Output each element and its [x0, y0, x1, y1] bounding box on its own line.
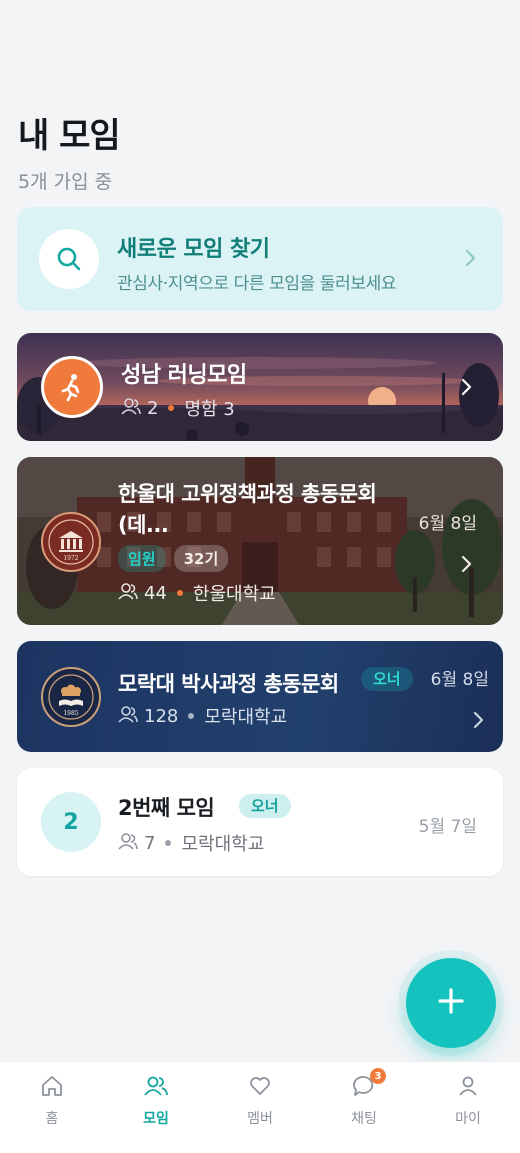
runner-icon — [41, 356, 103, 418]
home-icon — [40, 1074, 64, 1102]
tab-home[interactable]: 홈 — [0, 1062, 104, 1153]
group-count: 5개 가입 중 — [18, 171, 113, 193]
tab-groups[interactable]: 모임 — [104, 1062, 208, 1153]
group-meta: 2 명함 3 — [121, 395, 235, 421]
members-icon — [118, 832, 138, 855]
owner-badge: 오너 — [361, 667, 413, 691]
group-location: 모락대학교 — [181, 834, 265, 855]
group-location: 모락대학교 — [204, 707, 288, 728]
group-card-second[interactable]: 2 2번째 모임 오너 5월 7일 7 모락대학교 — [17, 768, 503, 876]
members-icon — [121, 397, 141, 420]
owner-label: 오너 — [361, 667, 413, 691]
page-title: 내 모임 — [18, 116, 121, 156]
group-card-running[interactable]: 성남 러닝모임 2 명함 3 — [17, 333, 503, 441]
members-icon — [118, 705, 138, 728]
tab-label: 채팅 — [351, 1111, 377, 1127]
separator-dot — [176, 590, 183, 596]
tab-members[interactable]: 멤버 — [208, 1062, 312, 1153]
find-group-title: 새로운 모임 찾기 — [117, 237, 270, 262]
separator-dot — [188, 713, 195, 719]
member-count: 44 — [144, 582, 167, 604]
chevron-right-icon — [473, 711, 485, 733]
owner-label: 오너 — [239, 794, 291, 818]
group-meta: 7 모락대학교 — [118, 830, 264, 856]
member-count: 128 — [144, 705, 179, 727]
role-tag: 임원 — [118, 545, 166, 572]
group-meta: 128 모락대학교 — [118, 703, 287, 729]
person-icon — [456, 1074, 480, 1102]
last-activity-date: 5월 7일 — [418, 817, 477, 837]
university-emblem-icon: 1972 — [41, 512, 101, 572]
group-tags: 임원 32기 — [118, 545, 229, 572]
owner-badge: 오너 — [239, 794, 291, 818]
group-location: 명함 3 — [184, 399, 235, 420]
page-header: 내 모임 5개 가입 중 — [18, 108, 121, 194]
university-emblem-icon: 1985 — [41, 667, 101, 727]
group-card-morak-doctoral[interactable]: 1985 모락대 박사과정 총동문회 오너 6월 8일 128 모락대학교 — [17, 641, 503, 752]
last-activity-date: 6월 8일 — [430, 670, 489, 690]
emblem-year: 1972 — [63, 555, 78, 562]
group-name: 2번째 모임 — [118, 796, 215, 820]
chevron-right-icon — [461, 378, 473, 400]
unread-badge: 3 — [370, 1068, 386, 1084]
group-location: 한울대학교 — [192, 584, 276, 605]
tab-label: 홈 — [45, 1111, 59, 1127]
member-count: 7 — [144, 832, 156, 854]
chevron-right-icon — [461, 555, 473, 577]
people-icon — [143, 1074, 169, 1102]
group-name: 모락대 박사과정 총동문회 — [118, 672, 339, 696]
group-card-hanul[interactable]: 1972 한울대 고위정책과정 총동문회 (데... 6월 8일 임원 32기 … — [17, 457, 503, 625]
find-group-description: 관심사·지역으로 다른 모임을 둘러보세요 — [117, 274, 397, 294]
tab-label: 모임 — [143, 1111, 169, 1127]
heart-icon — [248, 1074, 272, 1102]
tab-my[interactable]: 마이 — [416, 1062, 520, 1153]
tab-label: 멤버 — [247, 1111, 273, 1127]
separator-dot — [168, 405, 175, 411]
bottom-tab-bar: 홈 모임 멤버 3 채팅 마이 — [0, 1061, 520, 1153]
separator-dot — [165, 840, 172, 846]
group-initial-avatar: 2 — [41, 792, 101, 852]
find-new-group-card[interactable]: 새로운 모임 찾기 관심사·지역으로 다른 모임을 둘러보세요 — [17, 207, 503, 311]
members-icon — [118, 582, 138, 605]
group-name: 한울대 고위정책과정 총동문회 (데... — [118, 482, 377, 537]
create-group-fab[interactable] — [406, 958, 496, 1048]
member-count: 2 — [147, 397, 159, 419]
group-meta: 44 한울대학교 — [118, 580, 276, 606]
search-icon — [39, 229, 99, 289]
last-activity-date: 6월 8일 — [418, 514, 477, 534]
tab-chat[interactable]: 3 채팅 — [312, 1062, 416, 1153]
chevron-right-icon — [465, 249, 477, 271]
plus-icon — [437, 987, 465, 1019]
cohort-tag: 32기 — [173, 545, 229, 572]
tab-label: 마이 — [455, 1111, 481, 1127]
emblem-year: 1985 — [63, 710, 78, 717]
group-name: 성남 러닝모임 — [121, 363, 247, 388]
